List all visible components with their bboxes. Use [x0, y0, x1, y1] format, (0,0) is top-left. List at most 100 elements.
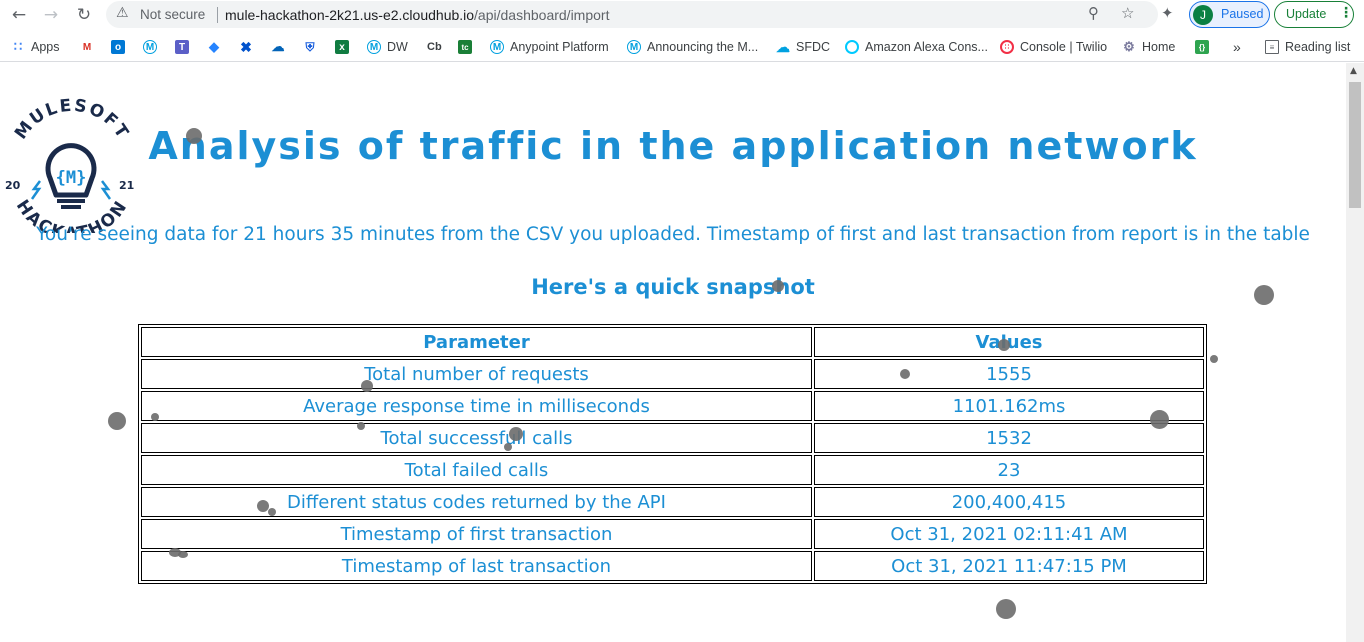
bookmark-tc[interactable]: tc — [458, 38, 478, 56]
apps-grid-icon: ∷ — [13, 39, 23, 54]
decorative-dot — [772, 280, 784, 292]
bookmark-label: Cb — [427, 41, 442, 53]
browser-toolbar: ← → ↻ ⚠ Not secure mule-hackathon-2k21.u… — [0, 0, 1364, 30]
profile-button[interactable]: J Paused — [1189, 1, 1270, 28]
bookmark-label: Console | Twilio — [1020, 40, 1108, 54]
page-content: MULESOFT HACKATHON 20 21 {M} Analysis of… — [0, 63, 1346, 642]
scrollbar-thumb[interactable] — [1349, 82, 1361, 208]
twilio-icon: ∷ — [1000, 40, 1014, 54]
page-scrollbar[interactable]: ▲ — [1346, 63, 1364, 642]
address-bar[interactable]: ⚠ Not secure mule-hackathon-2k21.us-e2.c… — [106, 1, 1158, 28]
decorative-dot — [1150, 410, 1169, 429]
bitwarden-icon: ⛨ — [305, 39, 315, 54]
bookmark-anypoint[interactable]: M Anypoint Platform — [490, 38, 609, 56]
table-row: Different status codes returned by the A… — [141, 487, 1204, 517]
update-button[interactable]: Update ⋮ — [1274, 1, 1354, 28]
parameter-cell: Average response time in milliseconds — [141, 391, 812, 421]
url-text[interactable]: mule-hackathon-2k21.us-e2.cloudhub.io/ap… — [225, 7, 609, 23]
mulesoft-icon: M — [627, 40, 641, 54]
bookmark-announcing[interactable]: M Announcing the M... — [627, 38, 758, 56]
decorative-dot — [998, 339, 1010, 351]
value-cell: 1101.162ms — [814, 391, 1204, 421]
reading-list-icon: ≡ — [1265, 40, 1279, 54]
mulesoft-icon: M — [490, 40, 504, 54]
decorative-dot — [1254, 285, 1274, 305]
value-cell: 200,400,415 — [814, 487, 1204, 517]
url-host: mule-hackathon-2k21.us-e2.cloudhub.io — [225, 7, 475, 23]
decorative-dot — [504, 443, 512, 451]
bookmark-apps[interactable]: ∷ Apps — [11, 38, 60, 56]
table-header-row: Parameter Values — [141, 327, 1204, 357]
bookmark-cb[interactable]: Cb — [427, 38, 442, 56]
decorative-dot — [509, 427, 523, 441]
excel-icon: x — [335, 40, 349, 54]
table-row: Total number of requests 1555 — [141, 359, 1204, 389]
parameter-cell: Timestamp of first transaction — [141, 519, 812, 549]
alexa-icon — [845, 40, 859, 54]
bookmark-gmail[interactable]: M — [80, 38, 100, 56]
back-icon[interactable]: ← — [8, 4, 30, 26]
bookmark-teams[interactable]: T — [175, 38, 195, 56]
bookmark-star-icon[interactable]: ☆ — [1121, 4, 1134, 22]
extensions-puzzle-icon[interactable]: ✦ — [1161, 4, 1174, 22]
confluence-icon: ✖ — [240, 38, 252, 55]
snapshot-table: Parameter Values Total number of request… — [138, 324, 1207, 584]
table-row: Total failed calls 23 — [141, 455, 1204, 485]
forward-icon[interactable]: → — [40, 4, 62, 26]
onedrive-icon: ☁ — [271, 39, 285, 54]
bookmark-label: Reading list — [1285, 40, 1351, 54]
bookmark-label: Anypoint Platform — [510, 40, 609, 54]
snapshot-heading: Here's a quick snapshot — [531, 275, 815, 299]
bookmark-jira[interactable]: ◆ — [207, 38, 227, 56]
decorative-dot — [178, 551, 188, 558]
table-row: Timestamp of last transaction Oct 31, 20… — [141, 551, 1204, 581]
bookmark-mulesoft[interactable]: M — [143, 38, 163, 56]
bookmarks-bar: ∷ Apps M o M T ◆ ✖ ☁ ⛨ x M DW Cb tc M An… — [0, 32, 1364, 62]
bookmark-excel[interactable]: x — [335, 38, 355, 56]
table-row: Average response time in milliseconds 11… — [141, 391, 1204, 421]
bookmark-bitwarden[interactable]: ⛨ — [303, 38, 323, 56]
overflow-chevron-icon: » — [1233, 39, 1241, 55]
jira-icon: ◆ — [209, 39, 219, 54]
table-row: Timestamp of first transaction Oct 31, 2… — [141, 519, 1204, 549]
address-separator — [217, 7, 218, 23]
bookmark-outlook[interactable]: o — [111, 38, 131, 56]
decorative-dot — [268, 508, 276, 516]
decorative-dot — [900, 369, 910, 379]
bookmarks-overflow[interactable]: » — [1233, 38, 1241, 56]
bookmark-onedrive[interactable]: ☁ — [271, 38, 291, 56]
bookmark-twilio[interactable]: ∷ Console | Twilio — [1000, 38, 1107, 56]
bookmark-home[interactable]: ⚙ Home — [1122, 38, 1175, 56]
mulesoft-icon: M — [143, 40, 157, 54]
avatar: J — [1193, 5, 1213, 25]
security-label: Not secure — [140, 7, 206, 22]
menu-dots-icon[interactable]: ⋮ — [1339, 5, 1353, 21]
update-label: Update — [1286, 7, 1327, 21]
parameter-cell: Total successfull calls — [141, 423, 812, 453]
zoom-icon[interactable]: ⚲ — [1088, 4, 1099, 22]
bookmark-label: Apps — [31, 40, 60, 54]
scroll-up-icon[interactable]: ▲ — [1350, 66, 1357, 76]
logo-year-left: 20 — [5, 179, 21, 192]
value-cell: 1555 — [814, 359, 1204, 389]
bookmark-sfdc[interactable]: ☁ SFDC — [776, 38, 830, 56]
bookmark-confluence[interactable]: ✖ — [239, 38, 259, 56]
parameter-cell: Different status codes returned by the A… — [141, 487, 812, 517]
mulesoft-icon: M — [367, 40, 381, 54]
reading-list-button[interactable]: ≡ Reading list — [1265, 38, 1350, 56]
svg-text:{M}: {M} — [56, 168, 87, 188]
value-cell: Oct 31, 2021 02:11:41 AM — [814, 519, 1204, 549]
parameter-cell: Timestamp of last transaction — [141, 551, 812, 581]
bookmark-label: Amazon Alexa Cons... — [865, 40, 988, 54]
logo-year-right: 21 — [119, 179, 134, 192]
reload-icon[interactable]: ↻ — [73, 4, 95, 26]
decorative-dot — [996, 599, 1016, 619]
parameter-cell: Total failed calls — [141, 455, 812, 485]
decorative-dot — [186, 128, 202, 144]
bookmark-label: SFDC — [796, 40, 831, 54]
bookmark-dw[interactable]: M DW — [367, 38, 408, 56]
decorative-dot — [151, 413, 159, 421]
value-cell: 1532 — [814, 423, 1204, 453]
bookmark-alexa[interactable]: Amazon Alexa Cons... — [845, 38, 988, 56]
bookmark-code[interactable]: {} — [1195, 38, 1215, 56]
